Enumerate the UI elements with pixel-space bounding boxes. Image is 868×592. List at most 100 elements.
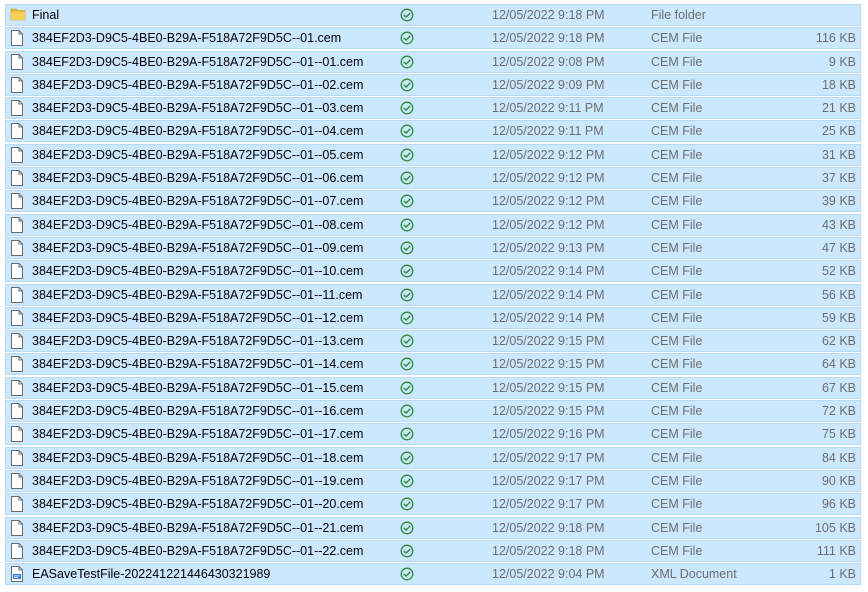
file-row[interactable]: 384EF2D3-D9C5-4BE0-B29A-F518A72F9D5C--01… bbox=[5, 73, 861, 96]
file-name-cell[interactable]: 384EF2D3-D9C5-4BE0-B29A-F518A72F9D5C--01… bbox=[10, 471, 390, 491]
date-modified: 12/05/2022 9:18 PM bbox=[492, 543, 605, 558]
file-type: File folder bbox=[651, 8, 706, 22]
file-name-cell[interactable]: 384EF2D3-D9C5-4BE0-B29A-F518A72F9D5C--01… bbox=[10, 378, 390, 398]
file-name: 384EF2D3-D9C5-4BE0-B29A-F518A72F9D5C--01… bbox=[32, 54, 364, 69]
file-size: 64 KB bbox=[821, 357, 856, 372]
file-type: CEM File bbox=[651, 147, 703, 162]
folder-icon bbox=[10, 7, 26, 23]
file-name: 384EF2D3-D9C5-4BE0-B29A-F518A72F9D5C--01… bbox=[32, 357, 364, 372]
file-name-cell[interactable]: 384EF2D3-D9C5-4BE0-B29A-F518A72F9D5C--01… bbox=[10, 168, 390, 188]
file-row[interactable]: 384EF2D3-D9C5-4BE0-B29A-F518A72F9D5C--01… bbox=[5, 120, 861, 143]
sync-status-check-icon bbox=[400, 8, 414, 22]
sync-status-check-icon bbox=[400, 124, 414, 138]
date-modified: 12/05/2022 9:18 PM bbox=[492, 31, 605, 46]
file-name-cell[interactable]: 384EF2D3-D9C5-4BE0-B29A-F518A72F9D5C--01… bbox=[10, 75, 390, 95]
file-row[interactable]: 384EF2D3-D9C5-4BE0-B29A-F518A72F9D5C--01… bbox=[5, 97, 861, 120]
file-row[interactable]: 384EF2D3-D9C5-4BE0-B29A-F518A72F9D5C--01… bbox=[5, 260, 861, 283]
file-row[interactable]: 384EF2D3-D9C5-4BE0-B29A-F518A72F9D5C--01… bbox=[5, 213, 861, 236]
file-row[interactable]: 384EF2D3-D9C5-4BE0-B29A-F518A72F9D5C--01… bbox=[5, 493, 861, 516]
file-row[interactable]: Final 12/05/2022 9:18 PM File folder bbox=[5, 4, 861, 26]
file-name-cell[interactable]: 384EF2D3-D9C5-4BE0-B29A-F518A72F9D5C--01… bbox=[10, 331, 390, 351]
file-name-cell[interactable]: 384EF2D3-D9C5-4BE0-B29A-F518A72F9D5C--01… bbox=[10, 354, 390, 374]
file-name-cell[interactable]: 384EF2D3-D9C5-4BE0-B29A-F518A72F9D5C--01… bbox=[10, 518, 390, 538]
file-type: CEM File bbox=[651, 427, 703, 442]
file-row[interactable]: 384EF2D3-D9C5-4BE0-B29A-F518A72F9D5C--01… bbox=[5, 306, 861, 329]
file-icon bbox=[10, 403, 24, 420]
file-row[interactable]: 384EF2D3-D9C5-4BE0-B29A-F518A72F9D5C--01… bbox=[5, 330, 861, 353]
file-name-cell[interactable]: 384EF2D3-D9C5-4BE0-B29A-F518A72F9D5C--01… bbox=[10, 261, 390, 281]
file-name-cell[interactable]: Final bbox=[10, 5, 390, 25]
file-type: CEM File bbox=[651, 194, 703, 209]
file-row[interactable]: 384EF2D3-D9C5-4BE0-B29A-F518A72F9D5C--01… bbox=[5, 50, 861, 73]
file-name-cell[interactable]: 384EF2D3-D9C5-4BE0-B29A-F518A72F9D5C--01… bbox=[10, 145, 390, 165]
file-type: CEM File bbox=[651, 520, 703, 535]
file-name-cell[interactable]: 384EF2D3-D9C5-4BE0-B29A-F518A72F9D5C--01… bbox=[10, 285, 390, 305]
sync-status-check-icon bbox=[400, 218, 414, 232]
date-modified: 12/05/2022 9:17 PM bbox=[492, 450, 605, 465]
file-type: CEM File bbox=[651, 380, 703, 395]
date-modified: 12/05/2022 9:04 PM bbox=[492, 567, 605, 582]
file-name-cell[interactable]: 384EF2D3-D9C5-4BE0-B29A-F518A72F9D5C--01… bbox=[10, 424, 390, 444]
date-modified: 12/05/2022 9:12 PM bbox=[492, 217, 605, 232]
file-name: 384EF2D3-D9C5-4BE0-B29A-F518A72F9D5C--01… bbox=[32, 287, 363, 302]
file-type: CEM File bbox=[651, 240, 703, 255]
file-name-cell[interactable]: 384EF2D3-D9C5-4BE0-B29A-F518A72F9D5C--01… bbox=[10, 308, 390, 328]
file-icon bbox=[10, 426, 24, 443]
date-modified: 12/05/2022 9:15 PM bbox=[492, 357, 605, 372]
file-type: CEM File bbox=[651, 334, 703, 349]
file-type: CEM File bbox=[651, 31, 703, 46]
file-name-cell[interactable]: 384EF2D3-D9C5-4BE0-B29A-F518A72F9D5C--01… bbox=[10, 98, 390, 118]
file-size: 52 KB bbox=[821, 264, 856, 279]
file-type: CEM File bbox=[651, 310, 703, 325]
date-modified: 12/05/2022 9:18 PM bbox=[492, 520, 605, 535]
file-name-cell[interactable]: 384EF2D3-D9C5-4BE0-B29A-F518A72F9D5C--01… bbox=[10, 541, 390, 561]
file-row[interactable]: 384EF2D3-D9C5-4BE0-B29A-F518A72F9D5C--01… bbox=[5, 446, 861, 469]
sync-status-check-icon bbox=[400, 194, 414, 208]
file-row[interactable]: 384EF2D3-D9C5-4BE0-B29A-F518A72F9D5C--01… bbox=[5, 167, 861, 190]
file-row[interactable]: 384EF2D3-D9C5-4BE0-B29A-F518A72F9D5C--01… bbox=[5, 469, 861, 492]
date-modified: 12/05/2022 9:15 PM bbox=[492, 380, 605, 395]
file-name-cell[interactable]: 384EF2D3-D9C5-4BE0-B29A-F518A72F9D5C--01… bbox=[10, 215, 390, 235]
file-type: CEM File bbox=[651, 171, 703, 186]
file-row[interactable]: 384EF2D3-D9C5-4BE0-B29A-F518A72F9D5C--01… bbox=[5, 400, 861, 423]
file-size: 25 KB bbox=[821, 124, 856, 139]
file-name: 384EF2D3-D9C5-4BE0-B29A-F518A72F9D5C--01… bbox=[32, 380, 364, 395]
file-row[interactable]: 384EF2D3-D9C5-4BE0-B29A-F518A72F9D5C--01… bbox=[5, 236, 861, 259]
file-size: 62 KB bbox=[821, 334, 856, 349]
file-name: 384EF2D3-D9C5-4BE0-B29A-F518A72F9D5C--01… bbox=[32, 171, 364, 186]
file-name-cell[interactable]: 384EF2D3-D9C5-4BE0-B29A-F518A72F9D5C--01… bbox=[10, 52, 390, 72]
sync-status-check-icon bbox=[400, 55, 414, 69]
file-name-cell[interactable]: 384EF2D3-D9C5-4BE0-B29A-F518A72F9D5C--01… bbox=[10, 121, 390, 141]
file-row[interactable]: 384EF2D3-D9C5-4BE0-B29A-F518A72F9D5C--01… bbox=[5, 190, 861, 213]
file-name-cell[interactable]: 384EF2D3-D9C5-4BE0-B29A-F518A72F9D5C--01… bbox=[10, 191, 390, 211]
file-row[interactable]: 384EF2D3-D9C5-4BE0-B29A-F518A72F9D5C--01… bbox=[5, 376, 861, 399]
file-name-cell[interactable]: 384EF2D3-D9C5-4BE0-B29A-F518A72F9D5C--01… bbox=[10, 238, 390, 258]
file-name-cell[interactable]: EASaveTestFile-202241221446430321989 bbox=[10, 564, 390, 584]
file-row[interactable]: 384EF2D3-D9C5-4BE0-B29A-F518A72F9D5C--01… bbox=[5, 283, 861, 306]
file-name: 384EF2D3-D9C5-4BE0-B29A-F518A72F9D5C--01… bbox=[32, 147, 364, 162]
file-row[interactable]: 384EF2D3-D9C5-4BE0-B29A-F518A72F9D5C--01… bbox=[5, 423, 861, 446]
file-name-cell[interactable]: 384EF2D3-D9C5-4BE0-B29A-F518A72F9D5C--01… bbox=[10, 448, 390, 468]
file-icon bbox=[10, 100, 24, 117]
sync-status-check-icon bbox=[400, 451, 414, 465]
sync-status-check-icon bbox=[400, 264, 414, 278]
file-row[interactable]: 384EF2D3-D9C5-4BE0-B29A-F518A72F9D5C--01… bbox=[5, 143, 861, 166]
file-name-cell[interactable]: 384EF2D3-D9C5-4BE0-B29A-F518A72F9D5C--01… bbox=[10, 28, 390, 48]
date-modified: 12/05/2022 9:18 PM bbox=[492, 8, 605, 22]
sync-status-check-icon bbox=[400, 521, 414, 535]
file-row[interactable]: 384EF2D3-D9C5-4BE0-B29A-F518A72F9D5C--01… bbox=[5, 516, 861, 539]
file-row[interactable]: EASaveTestFile-202241221446430321989 12/0… bbox=[5, 563, 861, 586]
file-row[interactable]: 384EF2D3-D9C5-4BE0-B29A-F518A72F9D5C--01… bbox=[5, 27, 861, 50]
sync-status-check-icon bbox=[400, 171, 414, 185]
file-row[interactable]: 384EF2D3-D9C5-4BE0-B29A-F518A72F9D5C--01… bbox=[5, 353, 861, 376]
file-type: CEM File bbox=[651, 497, 703, 512]
file-row[interactable]: 384EF2D3-D9C5-4BE0-B29A-F518A72F9D5C--01… bbox=[5, 539, 861, 562]
date-modified: 12/05/2022 9:14 PM bbox=[492, 310, 605, 325]
file-name-cell[interactable]: 384EF2D3-D9C5-4BE0-B29A-F518A72F9D5C--01… bbox=[10, 494, 390, 514]
file-size: 111 KB bbox=[816, 543, 856, 558]
file-icon bbox=[10, 53, 24, 70]
file-size: 67 KB bbox=[821, 380, 856, 395]
file-name-cell[interactable]: 384EF2D3-D9C5-4BE0-B29A-F518A72F9D5C--01… bbox=[10, 401, 390, 421]
file-size: 21 KB bbox=[821, 101, 856, 116]
date-modified: 12/05/2022 9:15 PM bbox=[492, 404, 605, 419]
